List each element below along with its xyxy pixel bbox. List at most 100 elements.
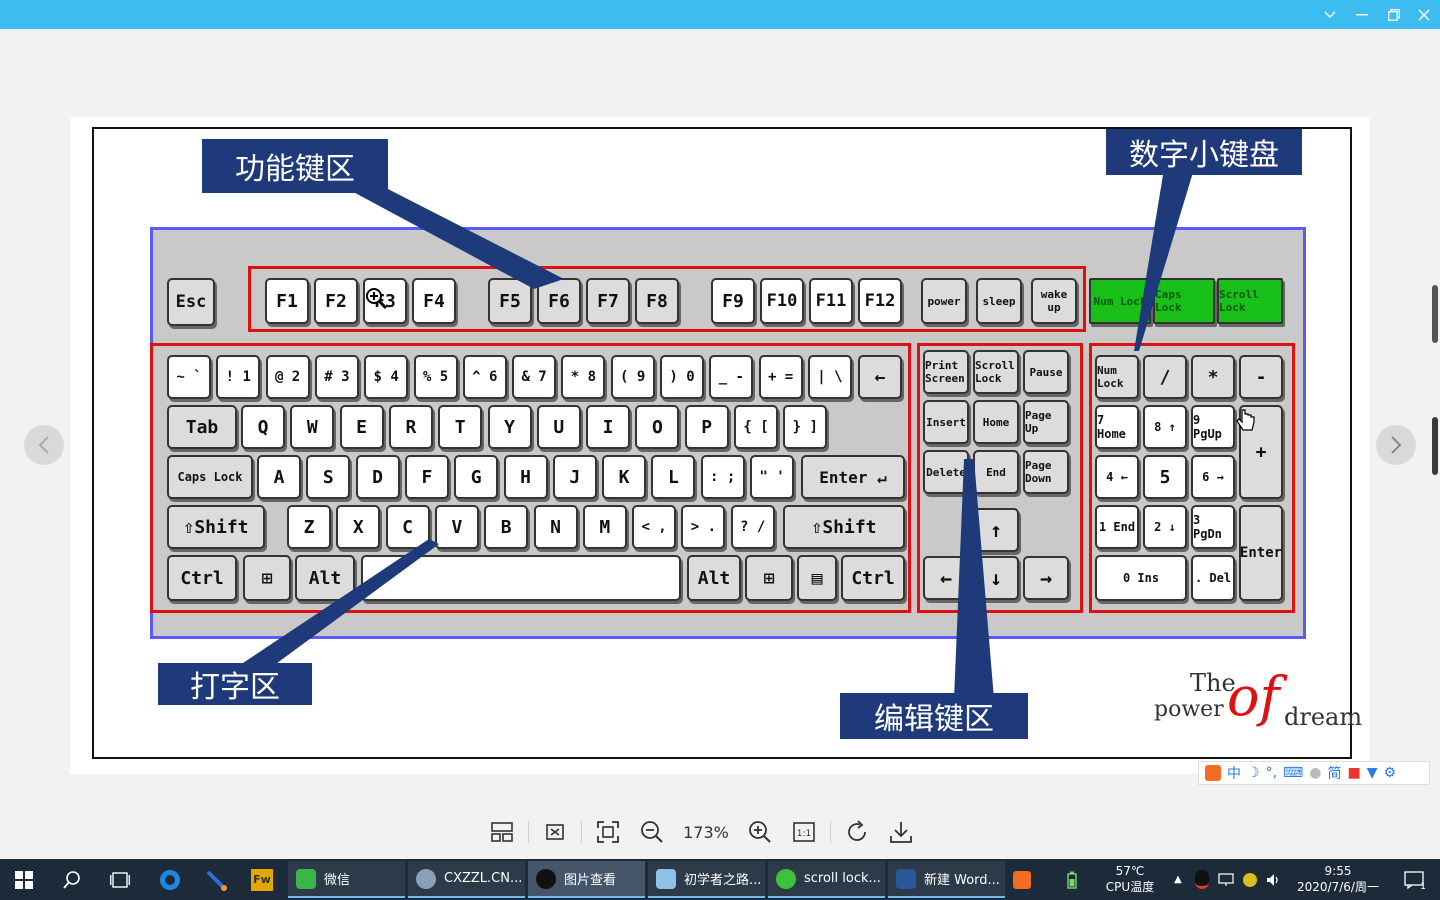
qq-tray[interactable] xyxy=(1192,859,1212,900)
word-icon xyxy=(896,868,916,889)
label-typing-area: 打字区 xyxy=(158,663,312,705)
clock-date: 2020/7/6/周一 xyxy=(1297,880,1379,894)
taskbar-app-cxzzl[interactable]: CXZZL.CN... xyxy=(408,861,525,898)
clock[interactable]: 9:55 2020/7/6/周一 xyxy=(1290,863,1386,895)
notification-count: 1 xyxy=(1420,882,1426,892)
ime-toolbar[interactable]: 中 ☽ °, ⌨ ● 简 ■ ▼ ⚙ xyxy=(1198,761,1430,785)
taskbar-app-beginner[interactable]: 初学者之路... xyxy=(648,861,765,898)
minimize-button[interactable] xyxy=(1346,0,1378,29)
zoom-out-icon xyxy=(641,821,663,843)
chevron-down-icon[interactable] xyxy=(1314,0,1346,29)
label-editing-keys: 编辑键区 xyxy=(840,693,1028,739)
plus-circle-icon xyxy=(1243,872,1257,887)
viewer-toolbar: 173% 1:1 xyxy=(480,812,923,852)
actual-size-icon: 1:1 xyxy=(793,822,815,842)
fireworks-icon: Fw xyxy=(251,868,273,891)
fit-icon xyxy=(546,824,564,840)
browser-pin[interactable] xyxy=(148,859,192,900)
fullscreen-button[interactable] xyxy=(586,812,630,852)
taskbar-app-wechat[interactable]: 微信 xyxy=(288,861,405,898)
taskbar-app-image-viewer[interactable]: 图片查看 xyxy=(528,861,645,898)
ime-mode-chinese[interactable]: 中 xyxy=(1227,763,1241,783)
chevron-up-icon: ▲ xyxy=(1174,874,1182,885)
brand-dream: dream xyxy=(1284,703,1363,731)
brand-of: of xyxy=(1227,665,1280,728)
fit-window-button[interactable] xyxy=(533,812,577,852)
taskbar-app-scroll-lock[interactable]: scroll lock... xyxy=(768,861,885,898)
qq-icon xyxy=(536,868,556,889)
label-numpad: 数字小键盘 xyxy=(1106,129,1302,175)
prev-image-button[interactable] xyxy=(24,425,64,465)
zoom-out-button[interactable] xyxy=(630,812,674,852)
task-view-icon xyxy=(110,871,130,888)
taskbar: Fw 微信 CXZZL.CN... 图片查看 初学者之路... scroll l… xyxy=(0,859,1440,900)
wechat-icon xyxy=(296,868,316,889)
zoom-level: 173% xyxy=(683,822,729,842)
scroll-indicator xyxy=(1432,285,1438,343)
shirt-icon[interactable]: ▼ xyxy=(1367,765,1378,781)
keyboard-icon[interactable]: ⌨ xyxy=(1283,765,1303,781)
network-tray[interactable] xyxy=(1216,859,1236,900)
battery-tray[interactable] xyxy=(1060,859,1084,900)
start-button[interactable] xyxy=(0,859,48,900)
taskbar-app-label: 图片查看 xyxy=(564,873,617,888)
moon-icon[interactable]: ☽ xyxy=(1247,765,1260,781)
taskbar-app-label: scroll lock... xyxy=(804,871,881,886)
battery-icon xyxy=(1067,871,1077,889)
document-icon xyxy=(656,868,676,889)
browser-icon xyxy=(160,869,180,890)
ime-simplified[interactable]: 简 xyxy=(1327,763,1341,783)
browser-360-icon xyxy=(776,868,796,889)
windows-icon xyxy=(15,870,33,889)
separator xyxy=(528,821,529,843)
clock-time: 9:55 xyxy=(1324,864,1352,878)
restore-button[interactable] xyxy=(1378,0,1410,29)
volume-tray[interactable] xyxy=(1264,859,1284,900)
update-tray[interactable] xyxy=(1240,859,1260,900)
taskbar-app-label: 初学者之路... xyxy=(684,873,762,888)
cpu-temp-value: 57℃ xyxy=(1115,864,1145,878)
qq-icon xyxy=(1195,870,1209,889)
brand-power: power xyxy=(1154,697,1224,722)
sogou-icon xyxy=(1013,870,1031,889)
zoom-in-button[interactable] xyxy=(738,812,782,852)
sogou-tray[interactable] xyxy=(1008,859,1036,900)
displayed-image: Esc F1 F2 F3 F4 F5 F6 F7 F8 F9 F10 F11 F… xyxy=(70,117,1370,774)
zoom-cursor-icon xyxy=(366,288,388,310)
task-view-button[interactable] xyxy=(96,859,144,900)
settings-icon[interactable]: ⚙ xyxy=(1383,765,1396,781)
separator xyxy=(830,821,831,843)
cpu-temp-label: CPU温度 xyxy=(1105,880,1155,894)
download-icon xyxy=(890,822,912,843)
hand-cursor-icon xyxy=(1236,409,1255,431)
taskbar-app-label: CXZZL.CN... xyxy=(444,871,523,886)
volume-icon xyxy=(1267,873,1278,886)
punctuation-icon[interactable]: °, xyxy=(1266,765,1277,781)
image-viewer: Esc F1 F2 F3 F4 F5 F6 F7 F8 F9 F10 F11 F… xyxy=(0,29,1440,859)
thumbnail-button[interactable] xyxy=(480,812,524,852)
grid-icon xyxy=(491,822,513,842)
rotate-button[interactable] xyxy=(835,812,879,852)
taskbar-app-word[interactable]: 新建 Word... xyxy=(888,861,1005,898)
fullscreen-icon xyxy=(597,821,619,843)
taskbar-app-label: 微信 xyxy=(324,873,351,888)
search-button[interactable] xyxy=(48,859,96,900)
video-icon[interactable]: ■ xyxy=(1347,765,1360,781)
image-border: Esc F1 F2 F3 F4 F5 F6 F7 F8 F9 F10 F11 F… xyxy=(92,127,1362,759)
download-button[interactable] xyxy=(879,812,923,852)
sogou-icon[interactable] xyxy=(1205,765,1221,781)
fireworks-pin[interactable]: Fw xyxy=(240,859,284,900)
network-icon xyxy=(1218,872,1234,886)
label-function-keys: 功能键区 xyxy=(202,139,388,193)
tool-pin[interactable] xyxy=(194,859,238,900)
notification-button[interactable]: 1 xyxy=(1396,859,1432,900)
actual-size-button[interactable]: 1:1 xyxy=(782,812,826,852)
brush-icon xyxy=(206,870,227,891)
close-button[interactable] xyxy=(1408,0,1440,29)
next-image-button[interactable] xyxy=(1376,425,1416,465)
tray-expand-button[interactable]: ▲ xyxy=(1170,859,1186,900)
svg-text:1:1: 1:1 xyxy=(797,829,811,839)
user-icon[interactable]: ● xyxy=(1309,765,1321,781)
title-bar xyxy=(0,0,1440,29)
cpu-temp[interactable]: 57℃ CPU温度 xyxy=(1098,863,1162,895)
